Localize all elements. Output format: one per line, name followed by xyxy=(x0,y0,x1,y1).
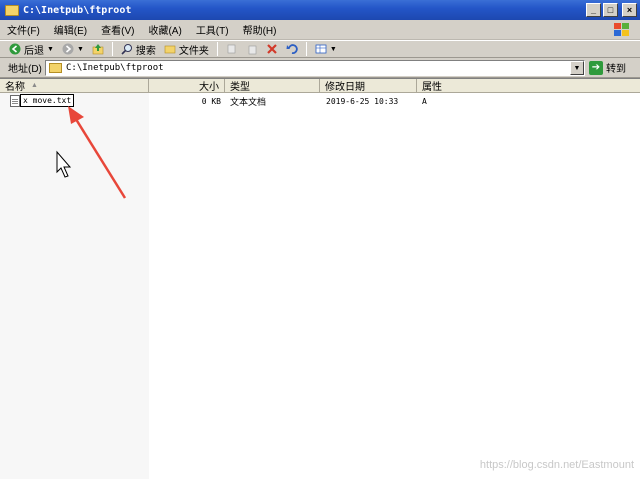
address-bar: 地址(D) C:\Inetpub\ftproot ▼ ➔ 转到 xyxy=(0,58,640,78)
file-row[interactable]: x move.txt 0 KB 文本文档 2019-6-25 10:33 A xyxy=(0,94,640,108)
column-header-name[interactable]: 名称 ▲ xyxy=(0,79,149,93)
menu-tools[interactable]: 工具(T) xyxy=(189,22,236,37)
back-label: 后退 xyxy=(24,45,44,57)
search-button[interactable]: 搜索 xyxy=(118,41,159,57)
forward-dropdown-icon[interactable]: ▼ xyxy=(77,46,84,53)
folder-icon xyxy=(49,63,62,73)
window-controls: _ □ × xyxy=(586,3,637,17)
column-header-modified[interactable]: 修改日期 xyxy=(320,79,417,93)
toolbar-separator xyxy=(111,42,113,56)
undo-icon xyxy=(286,44,298,54)
folders-label: 文件夹 xyxy=(178,45,209,57)
undo-button[interactable] xyxy=(283,41,301,57)
column-name-label: 名称 xyxy=(5,82,25,93)
column-header-attributes[interactable]: 属性 xyxy=(417,79,640,93)
copy-to-button[interactable] xyxy=(243,41,261,57)
address-input[interactable]: C:\Inetpub\ftproot ▼ xyxy=(45,60,585,76)
search-icon xyxy=(121,44,132,55)
move-to-icon xyxy=(227,44,236,54)
up-folder-button[interactable] xyxy=(89,41,107,57)
file-list[interactable]: 名称 ▲ 大小 类型 修改日期 属性 x move.txt 0 KB 文本文档 … xyxy=(0,78,640,479)
back-dropdown-icon[interactable]: ▼ xyxy=(47,46,54,53)
sort-ascending-icon: ▲ xyxy=(31,82,38,89)
minimize-button[interactable]: _ xyxy=(586,3,601,17)
column-size-label: 大小 xyxy=(199,82,219,93)
search-label: 搜索 xyxy=(135,45,156,57)
back-button[interactable]: 后退 ▼ xyxy=(6,41,57,57)
copy-to-icon xyxy=(248,45,257,55)
menu-bar: 文件(F) 编辑(E) 查看(V) 收藏(A) 工具(T) 帮助(H) xyxy=(0,20,640,40)
rename-edit-box[interactable]: x move.txt xyxy=(20,94,75,107)
forward-arrow-icon xyxy=(62,43,74,55)
move-to-button[interactable] xyxy=(223,41,241,57)
window-title: C:\Inetpub\ftproot xyxy=(23,4,132,16)
views-grid-icon xyxy=(315,44,327,54)
sorted-column-shading xyxy=(0,93,149,479)
go-label: 转到 xyxy=(606,64,626,75)
maximize-button[interactable]: □ xyxy=(603,3,618,17)
column-type-label: 类型 xyxy=(230,82,250,93)
back-arrow-icon xyxy=(9,43,21,55)
forward-button[interactable]: ▼ xyxy=(59,41,87,57)
go-arrow-icon: ➔ xyxy=(589,60,603,75)
toolbar-separator xyxy=(305,42,307,56)
up-folder-icon xyxy=(92,44,104,55)
file-size: 0 KB xyxy=(201,96,221,106)
address-dropdown-icon[interactable]: ▼ xyxy=(570,61,584,75)
menu-edit[interactable]: 编辑(E) xyxy=(47,22,94,37)
folders-button[interactable]: 文件夹 xyxy=(161,41,212,57)
text-file-icon xyxy=(10,95,20,107)
column-header-type[interactable]: 类型 xyxy=(225,79,320,93)
file-attributes: A xyxy=(422,96,427,106)
views-dropdown-icon[interactable]: ▼ xyxy=(330,46,337,53)
menu-view[interactable]: 查看(V) xyxy=(94,22,141,37)
menu-file[interactable]: 文件(F) xyxy=(0,22,47,37)
menu-help[interactable]: 帮助(H) xyxy=(236,22,284,37)
delete-x-icon xyxy=(267,44,277,54)
column-attributes-label: 属性 xyxy=(422,82,442,93)
column-modified-label: 修改日期 xyxy=(325,82,365,93)
toolbar-separator xyxy=(216,42,218,56)
address-value[interactable]: C:\Inetpub\ftproot xyxy=(66,63,164,73)
file-type: 文本文档 xyxy=(230,96,267,107)
title-bar[interactable]: C:\Inetpub\ftproot _ □ × xyxy=(0,0,640,20)
file-name[interactable]: x move.txt xyxy=(23,96,71,105)
folder-icon xyxy=(5,4,19,16)
windows-logo-icon xyxy=(614,23,629,36)
watermark: https://blog.csdn.net/Eastmount xyxy=(479,459,634,471)
folders-icon xyxy=(164,45,176,54)
close-button[interactable]: × xyxy=(622,3,637,17)
toolbar: 后退 ▼ ▼ 搜索 文件夹 ▼ xyxy=(0,40,640,58)
address-label: 地址(D) xyxy=(8,64,42,75)
file-modified: 2019-6-25 10:33 xyxy=(326,96,399,106)
views-button[interactable]: ▼ xyxy=(312,41,340,57)
go-button[interactable]: ➔ 转到 xyxy=(589,59,626,76)
delete-button[interactable] xyxy=(263,41,281,57)
menu-favorites[interactable]: 收藏(A) xyxy=(141,22,188,37)
column-header-size[interactable]: 大小 xyxy=(149,79,225,93)
